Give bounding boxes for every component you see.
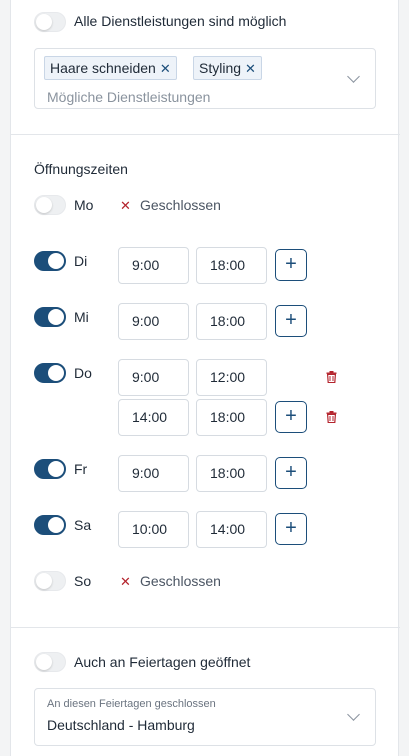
closed-text-mo: Geschlossen: [140, 197, 221, 213]
plus-icon: +: [285, 461, 297, 483]
toggle-knob: [36, 654, 52, 670]
add-slot-button-sa[interactable]: +: [275, 513, 307, 545]
close-icon: ✕: [120, 574, 131, 589]
plus-icon: +: [285, 253, 297, 275]
day-label-sa: Sa: [74, 517, 92, 533]
chip-label: Styling: [199, 60, 242, 76]
time-from-do-1[interactable]: 9:00: [118, 359, 189, 396]
section-title-hours: Öffnungszeiten: [34, 161, 128, 177]
toggle-knob: [36, 14, 52, 30]
time-to-fr[interactable]: 18:00: [196, 455, 267, 492]
divider: [11, 627, 400, 628]
add-slot-button-mi[interactable]: +: [275, 305, 307, 337]
toggle-knob: [36, 197, 52, 213]
plus-icon: +: [285, 517, 297, 539]
day-label-mo: Mo: [74, 197, 94, 213]
time-from-do-2[interactable]: 14:00: [118, 399, 189, 436]
toggle-knob: [48, 517, 64, 533]
chip-label: Haare schneiden: [50, 60, 156, 76]
toggle-knob: [48, 365, 64, 381]
toggle-fr[interactable]: [34, 459, 66, 479]
holidays-open-toggle[interactable]: [34, 652, 66, 672]
time-from-sa[interactable]: 10:00: [118, 511, 189, 548]
time-to-di[interactable]: 18:00: [196, 247, 267, 284]
add-slot-button-fr[interactable]: +: [275, 457, 307, 489]
toggle-sa[interactable]: [34, 515, 66, 535]
add-slot-button-do[interactable]: +: [275, 401, 307, 433]
plus-icon: +: [285, 309, 297, 331]
toggle-knob: [48, 253, 64, 269]
time-from-di[interactable]: 9:00: [118, 247, 189, 284]
holidays-select-value: Deutschland - Hamburg: [47, 717, 195, 733]
time-to-do-2[interactable]: 18:00: [196, 399, 267, 436]
trash-icon[interactable]: [326, 411, 337, 423]
toggle-so[interactable]: [34, 571, 66, 591]
day-label-do: Do: [74, 365, 92, 381]
chip-haare-schneiden: Haare schneiden ✕: [44, 56, 177, 80]
toggle-mi[interactable]: [34, 307, 66, 327]
toggle-do[interactable]: [34, 363, 66, 383]
add-slot-button-di[interactable]: +: [275, 249, 307, 281]
day-label-mi: Mi: [74, 309, 89, 325]
chevron-down-icon[interactable]: [347, 708, 360, 721]
time-to-sa[interactable]: 14:00: [196, 511, 267, 548]
close-icon[interactable]: ✕: [245, 61, 256, 76]
services-multiselect[interactable]: Haare schneiden ✕ Styling ✕ Mögliche Diens…: [34, 48, 376, 109]
time-from-mi[interactable]: 9:00: [118, 303, 189, 340]
holidays-open-label: Auch an Feiertagen geöffnet: [74, 654, 251, 670]
closed-text-so: Geschlossen: [140, 573, 221, 589]
chip-styling: Styling ✕: [193, 56, 262, 80]
time-to-mi[interactable]: 18:00: [196, 303, 267, 340]
toggle-knob: [48, 309, 64, 325]
day-label-fr: Fr: [74, 461, 88, 477]
divider: [11, 134, 400, 135]
holidays-select[interactable]: An diesen Feiertagen geschlossen Deutsch…: [34, 688, 376, 746]
toggle-knob: [36, 573, 52, 589]
chevron-down-icon[interactable]: [347, 70, 360, 83]
day-label-di: Di: [74, 253, 88, 269]
toggle-di[interactable]: [34, 251, 66, 271]
close-icon: ✕: [120, 198, 131, 213]
all-services-label: Alle Dienstleistungen sind möglich: [74, 13, 287, 29]
all-services-toggle[interactable]: [34, 12, 66, 32]
time-to-do-1[interactable]: 12:00: [196, 359, 267, 396]
services-placeholder: Mögliche Dienstleistungen: [47, 89, 211, 105]
toggle-knob: [48, 461, 64, 477]
trash-icon[interactable]: [326, 371, 337, 383]
holidays-select-label: An diesen Feiertagen geschlossen: [47, 698, 216, 710]
day-label-so: So: [74, 573, 92, 589]
time-from-fr[interactable]: 9:00: [118, 455, 189, 492]
settings-panel: Alle Dienstleistungen sind möglich Haare…: [10, 0, 400, 756]
toggle-mo[interactable]: [34, 195, 66, 215]
close-icon[interactable]: ✕: [160, 61, 171, 76]
plus-icon: +: [285, 405, 297, 427]
